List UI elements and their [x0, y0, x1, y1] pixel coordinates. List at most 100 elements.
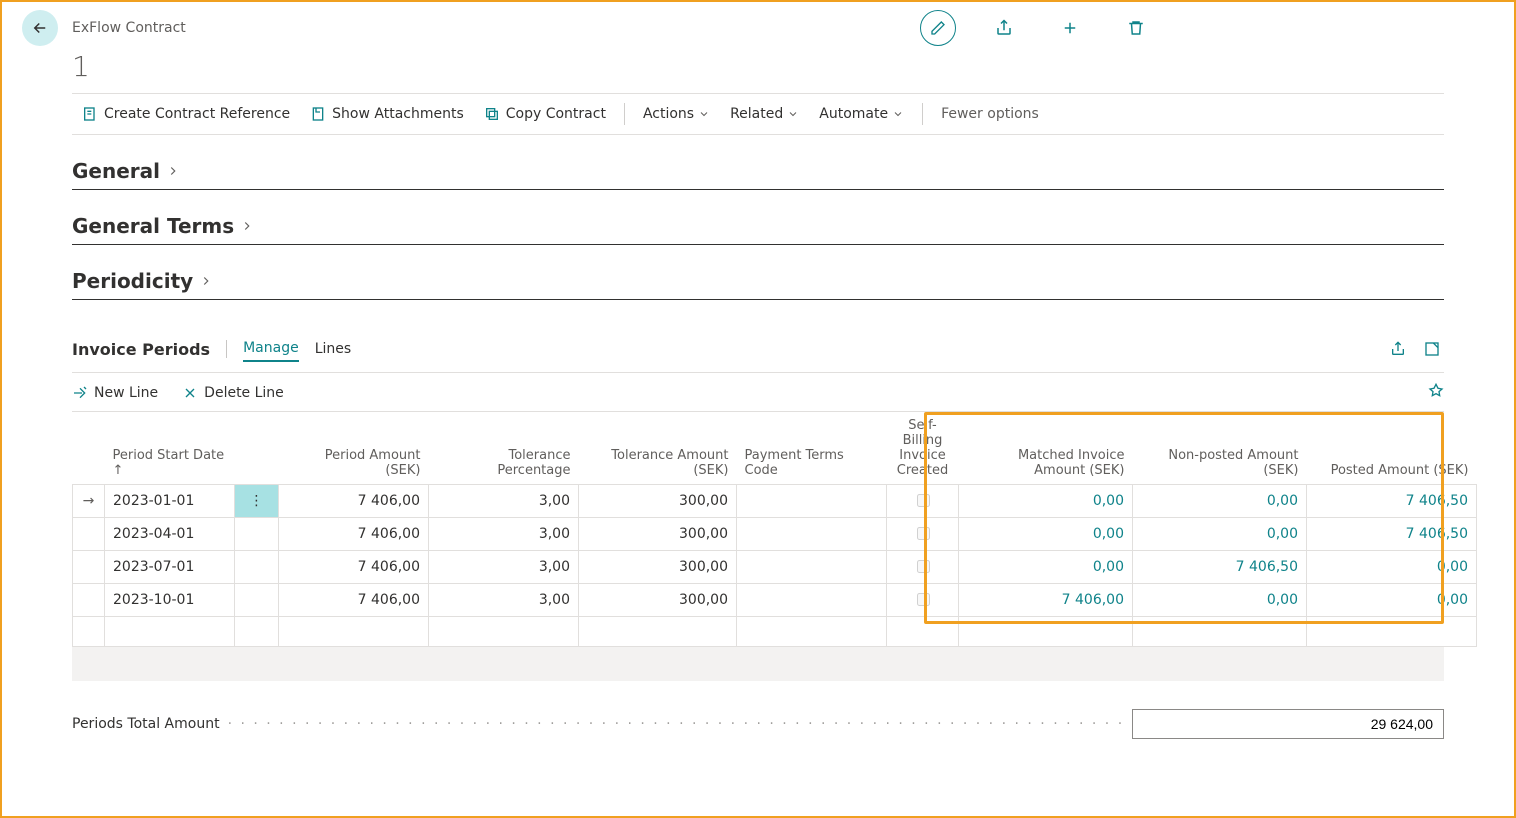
delete-line-button[interactable]: Delete Line	[182, 385, 284, 401]
empty-cell	[959, 617, 1133, 647]
cell-period-amount[interactable]: 7 406,00	[279, 485, 429, 518]
table-row[interactable]: 2023-10-017 406,003,00300,007 406,000,00…	[73, 584, 1477, 617]
chevron-down-icon	[787, 108, 799, 120]
row-menu-button[interactable]	[235, 518, 279, 551]
cell-period-start[interactable]: 2023-04-01	[105, 518, 235, 551]
actions-dropdown[interactable]: Actions	[633, 102, 720, 126]
cell-payment-terms[interactable]	[737, 584, 887, 617]
table-row-empty[interactable]	[73, 617, 1477, 647]
cell-nonposted-amount[interactable]: 0,00	[1133, 485, 1307, 518]
action-label: Automate	[819, 106, 888, 122]
row-selector[interactable]: →	[73, 485, 105, 518]
new-button[interactable]	[1052, 10, 1088, 46]
cell-matched-amount[interactable]: 0,00	[959, 551, 1133, 584]
cell-tolerance-percentage[interactable]: 3,00	[429, 518, 579, 551]
col-nonposted-amount[interactable]: Non-posted Amount (SEK)	[1133, 412, 1307, 485]
totals-label: Periods Total Amount	[72, 716, 220, 732]
empty-cell	[235, 617, 279, 647]
row-menu-button[interactable]: ⋮	[235, 485, 279, 518]
delete-button[interactable]	[1118, 10, 1154, 46]
subgrid-expand-button[interactable]	[1424, 341, 1440, 357]
related-dropdown[interactable]: Related	[720, 102, 809, 126]
cell-tolerance-percentage[interactable]: 3,00	[429, 485, 579, 518]
col-payment-terms[interactable]: Payment Terms Code	[737, 412, 887, 485]
page-title: 1	[2, 50, 1514, 93]
action-label: Copy Contract	[506, 106, 606, 122]
cell-posted-amount[interactable]: 0,00	[1307, 584, 1477, 617]
col-tolerance-percentage[interactable]: Tolerance Percentage	[429, 412, 579, 485]
periods-total-amount-field[interactable]	[1132, 709, 1444, 739]
col-posted-amount[interactable]: Posted Amount (SEK)	[1307, 412, 1477, 485]
cell-matched-amount[interactable]: 0,00	[959, 485, 1133, 518]
table-row[interactable]: 2023-04-017 406,003,00300,000,000,007 40…	[73, 518, 1477, 551]
cell-nonposted-amount[interactable]: 0,00	[1133, 518, 1307, 551]
cell-payment-terms[interactable]	[737, 551, 887, 584]
cell-tolerance-percentage[interactable]: 3,00	[429, 584, 579, 617]
pin-button[interactable]	[1428, 383, 1444, 403]
cell-posted-amount[interactable]: 0,00	[1307, 551, 1477, 584]
cell-self-billing[interactable]	[887, 551, 959, 584]
table-row[interactable]: 2023-07-01 7 406,003,00300,00 0,007 406,50…	[73, 551, 1477, 584]
automate-dropdown[interactable]: Automate	[809, 102, 914, 126]
cell-posted-amount[interactable]: 7 406,50	[1307, 518, 1477, 551]
cell-period-amount[interactable]: 7 406,00	[279, 518, 429, 551]
pencil-icon	[930, 20, 946, 36]
cell-payment-terms[interactable]	[737, 518, 887, 551]
cell-tolerance-amount[interactable]: 300,00	[579, 551, 737, 584]
share-button[interactable]	[986, 10, 1022, 46]
cell-period-start[interactable]: 2023-07-01	[105, 551, 235, 584]
cell-period-amount[interactable]: 7 406,00	[279, 551, 429, 584]
cell-tolerance-amount[interactable]: 300,00	[579, 485, 737, 518]
cell-period-start[interactable]: 2023-10-01	[105, 584, 235, 617]
back-button[interactable]	[22, 10, 58, 46]
cell-period-start[interactable]: 2023-01-01	[105, 485, 235, 518]
subgrid-share-button[interactable]	[1390, 341, 1406, 357]
show-attachments-button[interactable]: Show Attachments	[300, 102, 474, 126]
tab-manage[interactable]: Manage	[243, 336, 299, 362]
create-contract-reference-button[interactable]: Create Contract Reference	[72, 102, 300, 126]
self-billing-checkbox	[917, 593, 930, 606]
row-selector[interactable]	[73, 584, 105, 617]
section-periodicity[interactable]: Periodicity	[72, 269, 1444, 300]
separator	[226, 340, 227, 358]
cell-tolerance-amount[interactable]: 300,00	[579, 518, 737, 551]
cell-tolerance-percentage[interactable]: 3,00	[429, 551, 579, 584]
row-menu-button[interactable]	[235, 584, 279, 617]
section-general-terms[interactable]: General Terms	[72, 214, 1444, 245]
col-self-billing[interactable]: Self-Billing Invoice Created	[887, 412, 959, 485]
cell-tolerance-amount[interactable]: 300,00	[579, 584, 737, 617]
cell-self-billing[interactable]	[887, 518, 959, 551]
empty-cell	[105, 617, 235, 647]
row-selector[interactable]	[73, 518, 105, 551]
new-line-button[interactable]: New Line	[72, 385, 158, 401]
expand-icon	[1424, 341, 1440, 357]
col-matched-amount[interactable]: Matched Invoice Amount (SEK)	[959, 412, 1133, 485]
table-row[interactable]: →2023-01-01⋮7 406,003,00300,000,000,007 …	[73, 485, 1477, 518]
row-menu-button[interactable]	[235, 551, 279, 584]
cell-payment-terms[interactable]	[737, 485, 887, 518]
chevron-down-icon	[698, 108, 710, 120]
action-label: Show Attachments	[332, 106, 464, 122]
cell-posted-amount[interactable]: 7 406,50	[1307, 485, 1477, 518]
subgrid-title: Invoice Periods	[72, 340, 210, 359]
cell-matched-amount[interactable]: 0,00	[959, 518, 1133, 551]
cell-self-billing[interactable]	[887, 485, 959, 518]
cell-self-billing[interactable]	[887, 584, 959, 617]
section-general[interactable]: General	[72, 159, 1444, 190]
plus-icon	[1061, 19, 1079, 37]
copy-contract-button[interactable]: Copy Contract	[474, 102, 616, 126]
tab-lines[interactable]: Lines	[315, 337, 351, 361]
action-label: Create Contract Reference	[104, 106, 290, 122]
edit-button[interactable]	[920, 10, 956, 46]
col-period-amount[interactable]: Period Amount (SEK)	[279, 412, 429, 485]
cell-matched-amount[interactable]: 7 406,00	[959, 584, 1133, 617]
cell-nonposted-amount[interactable]: 0,00	[1133, 584, 1307, 617]
fewer-options-button[interactable]: Fewer options	[931, 102, 1049, 126]
row-selector[interactable]	[73, 551, 105, 584]
col-tolerance-amount[interactable]: Tolerance Amount (SEK)	[579, 412, 737, 485]
cell-nonposted-amount[interactable]: 7 406,50	[1133, 551, 1307, 584]
share-icon	[995, 19, 1013, 37]
col-period-start[interactable]: Period Start Date ↑	[105, 412, 235, 485]
cell-period-amount[interactable]: 7 406,00	[279, 584, 429, 617]
sort-icon: ↑	[113, 463, 124, 478]
